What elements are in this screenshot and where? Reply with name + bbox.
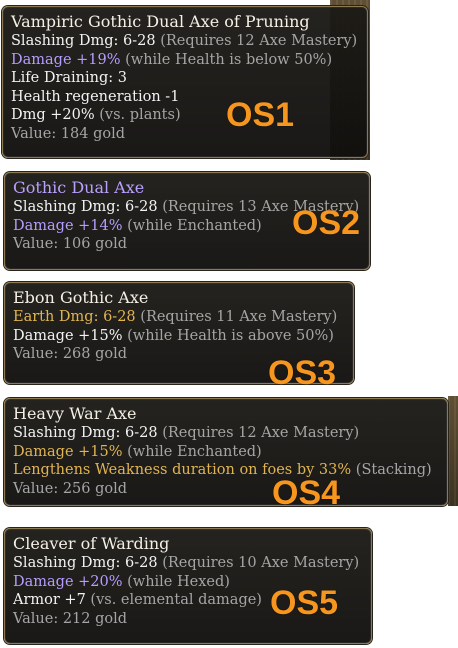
mod-note: (Stacking) bbox=[355, 462, 432, 478]
mod-main: Armor +7 bbox=[13, 592, 86, 608]
mod-note: (while Enchanted) bbox=[127, 443, 262, 460]
item-value: Value: 256 gold bbox=[13, 480, 128, 497]
os-label: OS2 bbox=[292, 204, 361, 242]
damage-line: Slashing Dmg: 6-28 (Requires 10 Axe Mast… bbox=[13, 554, 363, 573]
damage-value: Slashing Dmg: 6-28 bbox=[13, 199, 158, 215]
damage-line: Slashing Dmg: 6-28 (Requires 12 Axe Mast… bbox=[13, 424, 439, 443]
damage-value: Slashing Dmg: 6-28 bbox=[13, 425, 158, 441]
item-name: Ebon Gothic Axe bbox=[13, 288, 149, 307]
mod-main: Health regeneration -1 bbox=[11, 88, 180, 105]
mod-main: Damage +20% bbox=[13, 573, 123, 590]
mod-main: Damage +15% bbox=[13, 327, 123, 344]
background-art bbox=[448, 396, 458, 506]
mod-main: Dmg +20% bbox=[11, 107, 95, 123]
os-label: OS1 bbox=[226, 96, 295, 134]
mod-main: Damage +19% bbox=[11, 51, 121, 68]
mod-line: Damage +19% (while Health is below 50%) bbox=[11, 51, 359, 70]
item-name: Cleaver of Warding bbox=[13, 534, 170, 553]
requirement: (Requires 10 Axe Mastery) bbox=[162, 555, 360, 571]
requirement: (Requires 12 Axe Mastery) bbox=[160, 33, 358, 49]
mod-note: (vs. plants) bbox=[99, 107, 181, 123]
os-label: OS4 bbox=[272, 474, 341, 512]
item-name: Vampiric Gothic Dual Axe of Pruning bbox=[11, 12, 310, 31]
mod-line: Damage +15% (while Enchanted) bbox=[13, 443, 439, 462]
requirement: (Requires 12 Axe Mastery) bbox=[162, 425, 360, 441]
mod-note: (while Enchanted) bbox=[127, 217, 262, 234]
mod-main: Life Draining: 3 bbox=[11, 70, 127, 86]
mod-line: Life Draining: 3 bbox=[11, 69, 359, 88]
mod-main: Damage +14% bbox=[13, 217, 123, 234]
damage-value: Slashing Dmg: 6-28 bbox=[11, 33, 156, 49]
damage-line: Earth Dmg: 6-28 (Requires 11 Axe Mastery… bbox=[13, 308, 345, 327]
item-name: Heavy War Axe bbox=[13, 404, 137, 423]
item-tooltip-1: Vampiric Gothic Dual Axe of Pruning Slas… bbox=[2, 6, 368, 158]
mod-note: (while Health is below 50%) bbox=[125, 51, 333, 68]
mod-note: (while Hexed) bbox=[127, 573, 230, 590]
damage-line: Slashing Dmg: 6-28 (Requires 12 Axe Mast… bbox=[11, 32, 359, 51]
damage-value: Earth Dmg: 6-28 bbox=[13, 309, 136, 325]
os-label: OS5 bbox=[270, 584, 339, 622]
item-name: Gothic Dual Axe bbox=[13, 178, 145, 197]
mod-line: Health regeneration -1 bbox=[11, 88, 359, 107]
item-tooltip-4: Heavy War Axe Slashing Dmg: 6-28 (Requir… bbox=[4, 398, 448, 506]
mod-note: (vs. elemental damage) bbox=[90, 592, 262, 608]
requirement: (Requires 11 Axe Mastery) bbox=[140, 309, 338, 325]
os-label: OS3 bbox=[268, 354, 337, 392]
mod-line: Damage +15% (while Health is above 50%) bbox=[13, 327, 345, 346]
damage-value: Slashing Dmg: 6-28 bbox=[13, 555, 158, 571]
mod-main: Damage +15% bbox=[13, 443, 123, 460]
mod-line: Dmg +20% (vs. plants) bbox=[11, 106, 359, 125]
item-value: Value: 184 gold bbox=[11, 125, 126, 142]
mod-note: (while Health is above 50%) bbox=[127, 327, 334, 344]
mod-line: Lengthens Weakness duration on foes by 3… bbox=[13, 461, 439, 480]
